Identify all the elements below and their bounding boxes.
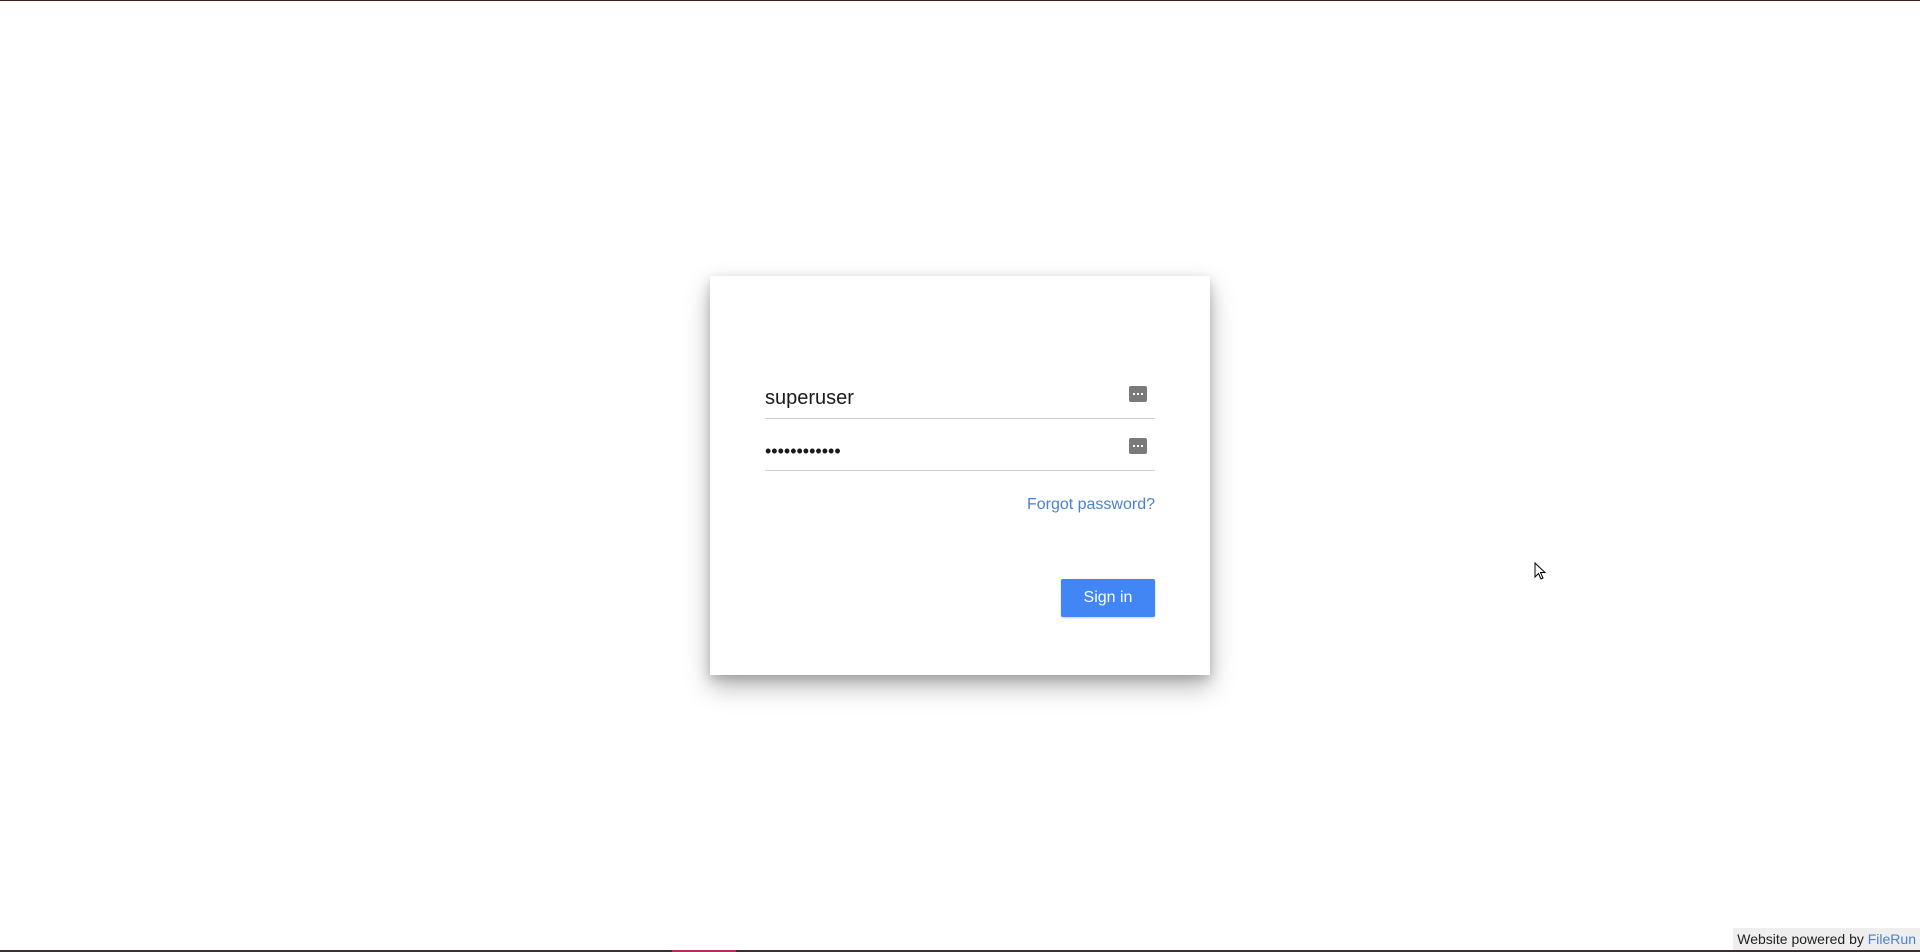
password-field[interactable] [765, 420, 1155, 471]
mouse-pointer-icon [1534, 562, 1547, 580]
sign-in-button[interactable]: Sign in [1061, 579, 1155, 617]
login-card: Forgot password? Sign in [710, 276, 1210, 675]
top-border [0, 0, 1920, 1]
username-field[interactable] [765, 368, 1155, 419]
forgot-password-link[interactable]: Forgot password? [1027, 496, 1155, 514]
key-icon[interactable] [1129, 386, 1147, 402]
password-input[interactable] [765, 441, 1115, 462]
powered-by-text: Website powered by [1737, 931, 1864, 947]
powered-by-footer: Website powered by FileRun [1733, 928, 1920, 950]
username-input[interactable] [765, 387, 1115, 410]
filerun-link[interactable]: FileRun [1868, 931, 1916, 947]
key-icon[interactable] [1129, 438, 1147, 454]
